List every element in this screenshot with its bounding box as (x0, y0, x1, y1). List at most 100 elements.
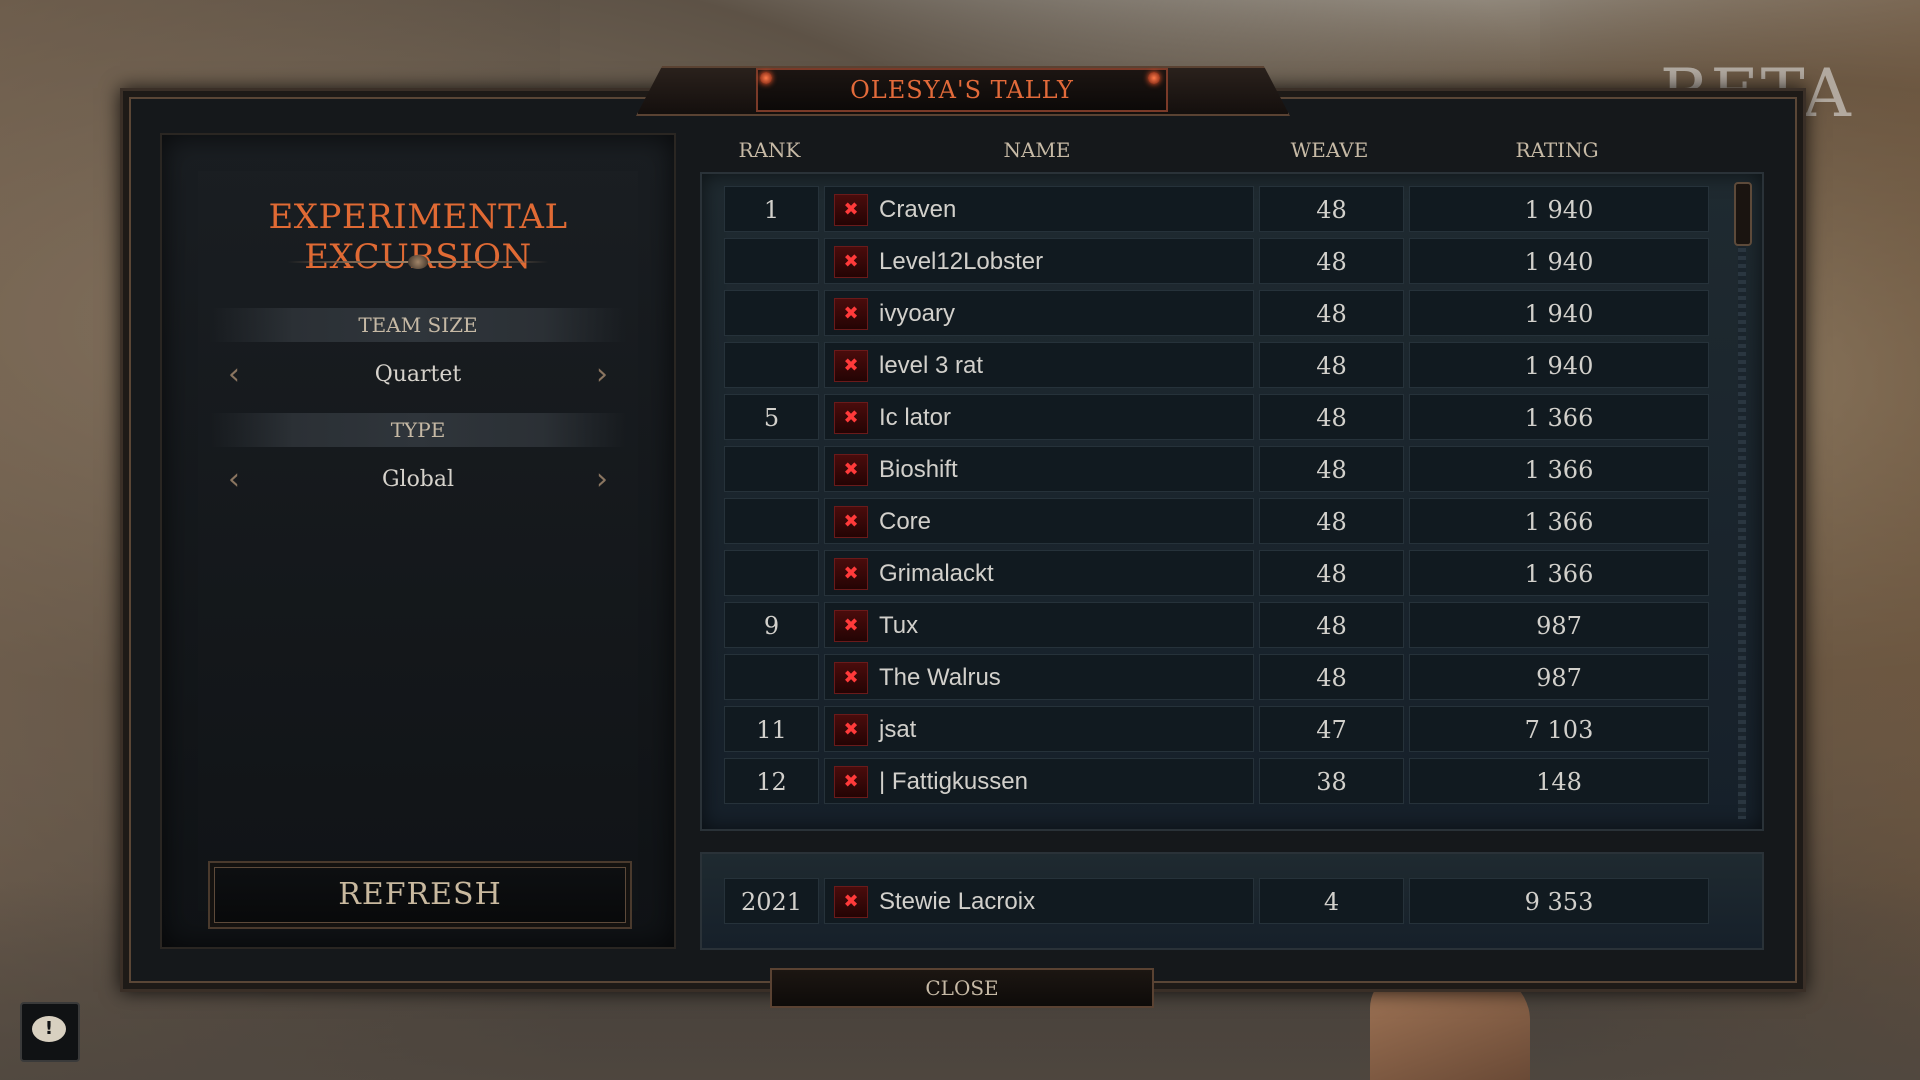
window-title: OLESYA'S TALLY (850, 76, 1074, 104)
type-label: TYPE (210, 413, 626, 447)
chevron-right-icon[interactable]: › (588, 360, 616, 390)
weave-cell: 38 (1259, 758, 1404, 804)
table-row[interactable]: Core ✖ 48 1 366 (724, 498, 1709, 544)
rank-cell: 1 (724, 186, 819, 232)
weave-cell: 48 (1259, 550, 1404, 596)
column-header-rating: RATING (1515, 138, 1599, 162)
table-row[interactable]: 11 jsat ✖ 47 7 103 (724, 706, 1709, 752)
weave-cell: 48 (1259, 342, 1404, 388)
rating-cell: 1 940 (1409, 342, 1709, 388)
table-row[interactable]: Level12Lobster ✖ 48 1 940 (724, 238, 1709, 284)
leaderboard-table: 1 Craven ✖ 48 1 940 Level12Lobster ✖ 48 1 940 ivy… (700, 172, 1764, 831)
rank-cell: 11 (724, 706, 819, 752)
gem-icon (1148, 72, 1160, 84)
x-badge-icon: ✖ (834, 886, 868, 918)
weave-cell: 48 (1259, 394, 1404, 440)
rating-cell: 1 940 (1409, 290, 1709, 336)
name-cell: Grimalackt (824, 550, 1254, 596)
name-cell: Level12Lobster (824, 238, 1254, 284)
x-badge-icon: ✖ (834, 350, 868, 382)
rating-cell: 1 940 (1409, 186, 1709, 232)
team-size-label: TEAM SIZE (210, 308, 626, 342)
rank-cell (724, 498, 819, 544)
weave-cell: 48 (1259, 446, 1404, 492)
type-selector: ‹ Global › (202, 460, 634, 500)
rank-cell (724, 238, 819, 284)
name-cell: Craven (824, 186, 1254, 232)
x-badge-icon: ✖ (834, 662, 868, 694)
weave-cell: 48 (1259, 290, 1404, 336)
table-row[interactable]: ivyoary ✖ 48 1 940 (724, 290, 1709, 336)
rating-cell: 9 353 (1409, 878, 1709, 924)
rating-cell: 1 940 (1409, 238, 1709, 284)
rank-cell (724, 290, 819, 336)
rank-cell: 5 (724, 394, 819, 440)
x-badge-icon: ✖ (834, 246, 868, 278)
chevron-left-icon[interactable]: ‹ (220, 465, 248, 495)
weave-cell: 4 (1259, 878, 1404, 924)
column-header-weave: WEAVE (1290, 138, 1369, 162)
rank-cell: 2021 (724, 878, 819, 924)
rank-cell (724, 446, 819, 492)
team-size-selector: ‹ Quartet › (202, 355, 634, 395)
name-cell: Bioshift (824, 446, 1254, 492)
table-row[interactable]: 12 | Fattigkussen ✖ 38 148 (724, 758, 1709, 804)
name-cell: ivyoary (824, 290, 1254, 336)
name-cell: | Fattigkussen (824, 758, 1254, 804)
table-row[interactable]: The Walrus ✖ 48 987 (724, 654, 1709, 700)
x-badge-icon: ✖ (834, 194, 868, 226)
name-cell: Stewie Lacroix (824, 878, 1254, 924)
x-badge-icon: ✖ (834, 714, 868, 746)
name-cell: level 3 rat (824, 342, 1254, 388)
x-badge-icon: ✖ (834, 454, 868, 486)
close-button[interactable]: CLOSE (770, 968, 1154, 1008)
chevron-left-icon[interactable]: ‹ (220, 360, 248, 390)
table-row[interactable]: level 3 rat ✖ 48 1 940 (724, 342, 1709, 388)
x-badge-icon: ✖ (834, 298, 868, 330)
rating-cell: 148 (1409, 758, 1709, 804)
rating-cell: 7 103 (1409, 706, 1709, 752)
player-row: 2021 Stewie Lacroix ✖ 4 9 353 (724, 878, 1709, 924)
rank-cell (724, 654, 819, 700)
name-cell: The Walrus (824, 654, 1254, 700)
x-badge-icon: ✖ (834, 558, 868, 590)
table-row[interactable]: 1 Craven ✖ 48 1 940 (724, 186, 1709, 232)
weave-cell: 48 (1259, 186, 1404, 232)
table-row[interactable]: 5 Ic lator ✖ 48 1 366 (724, 394, 1709, 440)
column-header-rank: RANK (738, 138, 801, 162)
rank-cell (724, 550, 819, 596)
chat-bubble-icon: ! (32, 1016, 66, 1042)
x-badge-icon: ✖ (834, 610, 868, 642)
rating-cell: 1 366 (1409, 394, 1709, 440)
title-bar: OLESYA'S TALLY (756, 68, 1168, 112)
rank-cell (724, 342, 819, 388)
rating-cell: 987 (1409, 654, 1709, 700)
rating-cell: 1 366 (1409, 446, 1709, 492)
rating-cell: 987 (1409, 602, 1709, 648)
x-badge-icon: ✖ (834, 506, 868, 538)
weave-cell: 48 (1259, 602, 1404, 648)
filter-panel: EXPERIMENTAL EXCURSION TEAM SIZE ‹ Quart… (160, 133, 676, 949)
weave-cell: 47 (1259, 706, 1404, 752)
weave-cell: 48 (1259, 498, 1404, 544)
player-rank-panel: 2021 Stewie Lacroix ✖ 4 9 353 (700, 852, 1764, 950)
scrollbar-track[interactable] (1738, 184, 1746, 819)
x-badge-icon: ✖ (834, 766, 868, 798)
chevron-right-icon[interactable]: › (588, 465, 616, 495)
chat-button[interactable]: ! (20, 1002, 80, 1062)
table-row[interactable]: 9 Tux ✖ 48 987 (724, 602, 1709, 648)
gem-icon (760, 72, 772, 84)
table-row[interactable]: Grimalackt ✖ 48 1 366 (724, 550, 1709, 596)
name-cell: Core (824, 498, 1254, 544)
column-header-name: NAME (1003, 138, 1071, 162)
rank-cell: 9 (724, 602, 819, 648)
name-cell: Tux (824, 602, 1254, 648)
scrollbar-thumb[interactable] (1734, 182, 1752, 246)
name-cell: jsat (824, 706, 1254, 752)
table-row[interactable]: Bioshift ✖ 48 1 366 (724, 446, 1709, 492)
refresh-button[interactable]: REFRESH (208, 861, 632, 929)
name-cell: Ic lator (824, 394, 1254, 440)
rank-cell: 12 (724, 758, 819, 804)
rating-cell: 1 366 (1409, 550, 1709, 596)
ornament-divider (288, 255, 548, 269)
